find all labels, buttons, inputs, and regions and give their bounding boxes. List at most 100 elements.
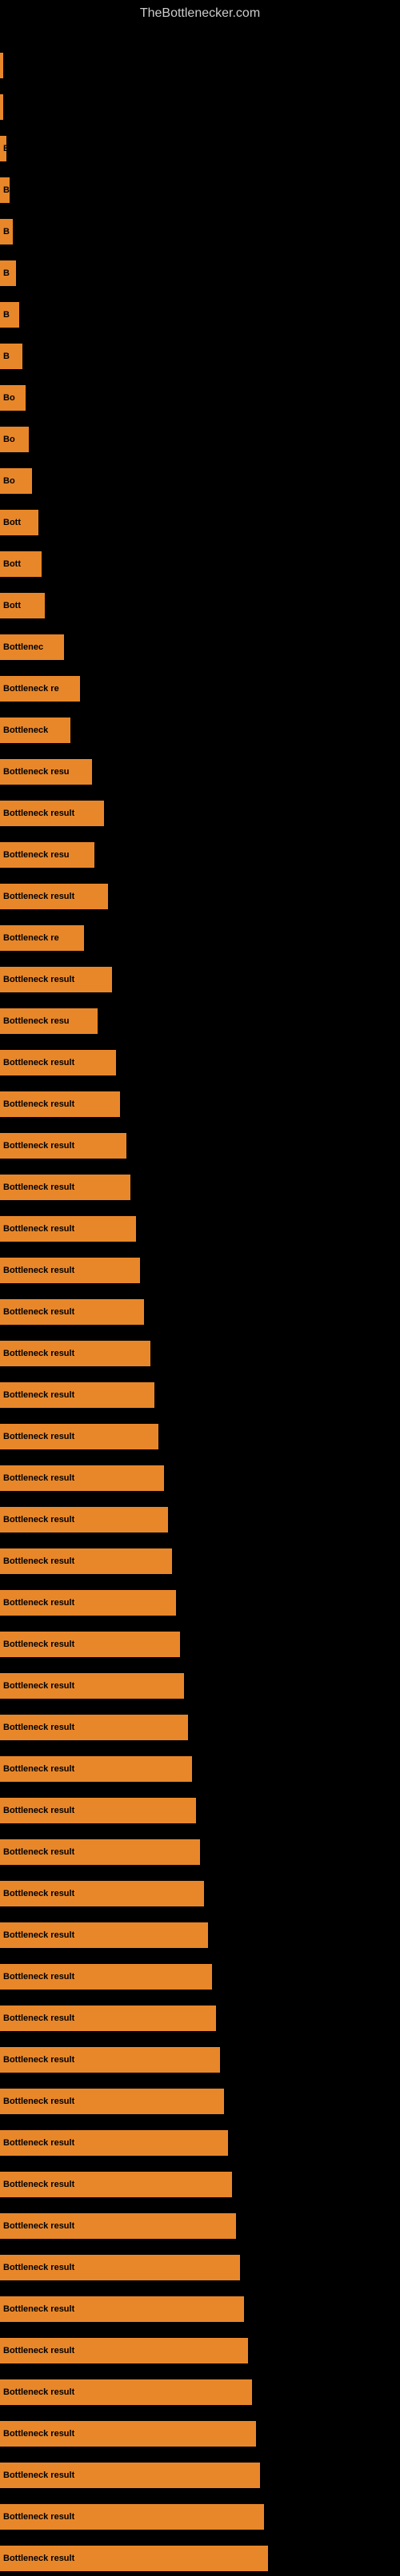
bar-label: Bottleneck re	[3, 684, 59, 694]
bar-label: Bott	[3, 601, 21, 610]
bar: Bottleneck result	[0, 2338, 248, 2363]
bar-label: Bottleneck result	[3, 1723, 74, 1732]
bar-label: B	[3, 352, 10, 361]
bar: Bottleneck result	[0, 884, 108, 909]
bar: Bottleneck result	[0, 1507, 168, 1532]
bar-row: Bo	[0, 422, 400, 457]
bar-row: Bottleneck result	[0, 1918, 400, 1953]
bar: Bottleneck result	[0, 2421, 256, 2447]
bar-row: Bottleneck re	[0, 920, 400, 956]
bar: Bottleneck re	[0, 676, 80, 702]
bar-row: B	[0, 256, 400, 291]
bar: Bottleneck result	[0, 1382, 154, 1408]
bar: Bottleneck result	[0, 1091, 120, 1117]
bar-row: Bottleneck result	[0, 2333, 400, 2368]
bar-row: Bottleneck result	[0, 1668, 400, 1703]
bar: B	[0, 260, 16, 286]
bar: Bottleneck result	[0, 1216, 136, 1242]
bar-label: Bottleneck result	[3, 2013, 74, 2023]
bar: Bottleneck	[0, 718, 70, 743]
bar-row: Bo	[0, 380, 400, 415]
bar-row: Bottleneck result	[0, 879, 400, 914]
bar-row: Bottleneck result	[0, 1170, 400, 1205]
bar: Bottleneck result	[0, 1839, 200, 1865]
bar-label: Bottleneck result	[3, 1598, 74, 1608]
bar-row: Bottleneck result	[0, 1087, 400, 1122]
bar: B	[0, 302, 19, 328]
bar: Bott	[0, 510, 38, 535]
bar: Bottleneck result	[0, 1299, 144, 1325]
bar-label: Bottleneck result	[3, 1930, 74, 1940]
bar-row: Bottleneck result	[0, 2458, 400, 2493]
bar-row: Bottleneck result	[0, 1211, 400, 1246]
bar-row: Bottleneck result	[0, 1045, 400, 1080]
bar-row	[0, 48, 400, 83]
bar-label: Bo	[3, 393, 15, 403]
bar: Bottleneck resu	[0, 842, 94, 868]
bar-label: Bottleneck result	[3, 2180, 74, 2189]
bar: Bottleneck result	[0, 1258, 140, 1283]
bar-row: Bottleneck	[0, 713, 400, 748]
bar: Bottleneck result	[0, 1424, 158, 1449]
bar-row: Bottleneck result	[0, 2292, 400, 2327]
bar-label: Bottleneck resu	[3, 850, 70, 860]
bar: Bottleneck result	[0, 1922, 208, 1948]
bar-label: Bo	[3, 476, 15, 486]
bar-row: Bottleneck result	[0, 2416, 400, 2451]
bar-label: Bottleneck result	[3, 1224, 74, 1234]
bar: Bottleneck result	[0, 801, 104, 826]
bar: Bottleneck result	[0, 2504, 264, 2530]
bar-label: Bottleneck result	[3, 2512, 74, 2522]
bar-label: Bottleneck result	[3, 892, 74, 901]
bar-label: B	[3, 144, 6, 153]
bar-row: Bottleneck result	[0, 1627, 400, 1662]
bar-row: Bottleneck result	[0, 2499, 400, 2534]
bar-row: B	[0, 173, 400, 208]
bar: Bott	[0, 551, 42, 577]
bar: Bottleneck result	[0, 2006, 216, 2031]
bar-label: Bottleneck result	[3, 2471, 74, 2480]
bar: Bottleneck re	[0, 925, 84, 951]
bar-row: Bottleneck result	[0, 1585, 400, 1620]
bar: Bottleneck result	[0, 1632, 180, 1657]
bar-label: Bottleneck result	[3, 1972, 74, 1982]
bar: Bottleneck result	[0, 2172, 232, 2197]
bar: Bott	[0, 593, 45, 618]
bar-row: Bottleneck result	[0, 2084, 400, 2119]
bar-row: Bottleneck result	[0, 962, 400, 997]
bar: Bo	[0, 385, 26, 411]
bar-label: Bottleneck result	[3, 2055, 74, 2065]
bar-row: Bottleneck result	[0, 1128, 400, 1163]
bar-label: Bottleneck result	[3, 1432, 74, 1441]
bar-row: Bottleneck result	[0, 1294, 400, 1330]
bar-row: Bottleneck result	[0, 1793, 400, 1828]
bar-label: B	[3, 185, 10, 195]
bar-row: Bottleneck result	[0, 1502, 400, 1537]
bar-label: Bottleneck result	[3, 2263, 74, 2272]
bar-row: Bottleneck result	[0, 1751, 400, 1787]
bar-row: Bottlenec	[0, 630, 400, 665]
bar: Bottleneck result	[0, 1465, 164, 1491]
bar-label: Bott	[3, 518, 21, 527]
bar	[0, 53, 3, 78]
bar-label: Bottleneck result	[3, 2387, 74, 2397]
bar-row: Bottleneck result	[0, 2250, 400, 2285]
bar-label: Bottlenec	[3, 642, 43, 652]
bar-label: Bottleneck result	[3, 1515, 74, 1525]
bar-row: Bottleneck result	[0, 796, 400, 831]
bar-row: B	[0, 339, 400, 374]
bar-label: B	[3, 268, 10, 278]
bar-row: Bottleneck result	[0, 1377, 400, 1413]
bar-label: Bottleneck result	[3, 2554, 74, 2563]
bar: Bo	[0, 468, 32, 494]
bar-label: Bottleneck result	[3, 1764, 74, 1774]
bar: Bottleneck result	[0, 1715, 188, 1740]
bar-label: Bottleneck re	[3, 933, 59, 943]
bar-label: Bott	[3, 559, 21, 569]
bar: B	[0, 136, 6, 161]
bar-label: Bottleneck resu	[3, 767, 70, 777]
bar-label: Bottleneck result	[3, 1349, 74, 1358]
bar-row: B	[0, 214, 400, 249]
bar: Bottleneck result	[0, 967, 112, 992]
bar-label: Bottleneck result	[3, 1390, 74, 1400]
